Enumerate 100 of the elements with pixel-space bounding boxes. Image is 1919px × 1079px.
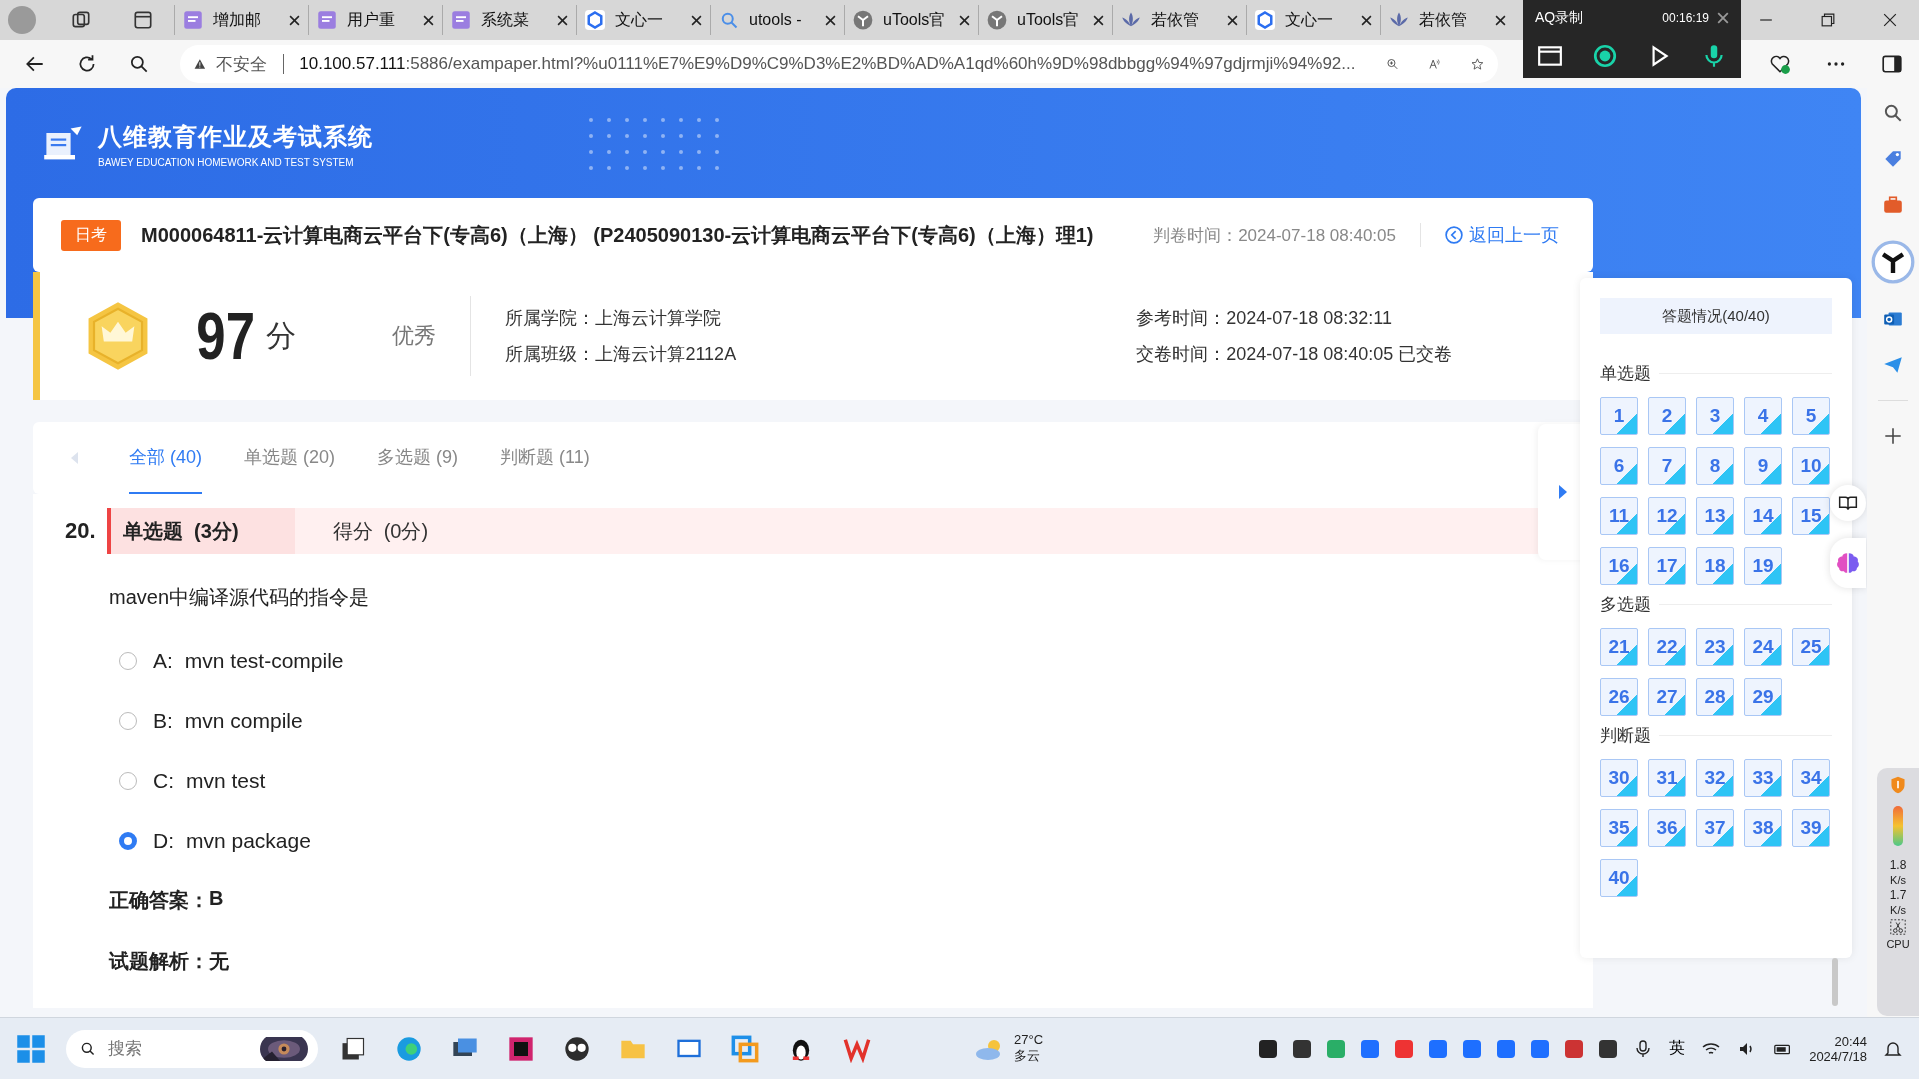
exam-time-info: 参考时间：2024-07-18 08:32:11 [1136, 307, 1393, 330]
filter-tab[interactable]: 多选题 (9) [377, 422, 459, 494]
question-number-button[interactable]: 6 [1600, 447, 1638, 485]
question-number-button[interactable]: 14 [1744, 497, 1782, 535]
taskbar-search-bar[interactable]: 搜索 [66, 1029, 318, 1068]
question-number-button[interactable]: 37 [1696, 809, 1734, 847]
question-number-button[interactable]: 23 [1696, 628, 1734, 666]
question-number-button[interactable]: 3 [1696, 397, 1734, 435]
browser-tab[interactable]: 文心一 [576, 5, 710, 35]
download-unit: K/s [1890, 904, 1906, 916]
cpu-label: CPU [1886, 938, 1910, 950]
browser-tab[interactable]: 若依管 [1380, 5, 1514, 35]
analysis-text: 无 [209, 949, 229, 974]
score-unit: 分 [266, 317, 297, 354]
score-value: 97 [196, 298, 256, 374]
browser-tab[interactable]: 文心一 [1246, 5, 1380, 35]
answer-sheet-title: 答题情况(40/40) [1600, 298, 1832, 334]
question-number-button[interactable]: 12 [1648, 497, 1686, 535]
question-number-button[interactable]: 7 [1648, 447, 1686, 485]
search-input[interactable]: 搜索 [106, 1037, 250, 1060]
option-text: mvn test [186, 769, 266, 793]
question-number-button[interactable]: 31 [1648, 759, 1686, 797]
question-number-button[interactable]: 19 [1744, 547, 1782, 585]
clock-date: 2024/7/18 [1809, 1048, 1867, 1064]
question-number-button[interactable]: 22 [1648, 628, 1686, 666]
question-number-button[interactable]: 34 [1792, 759, 1830, 797]
question-number-button[interactable]: 8 [1696, 447, 1734, 485]
filter-tab[interactable]: 单选题 (20) [244, 422, 336, 494]
question-number-button[interactable]: 11 [1600, 497, 1638, 535]
question-number-button[interactable]: 38 [1744, 809, 1782, 847]
browser-tab[interactable]: uTools官 [844, 5, 978, 35]
question-number-button[interactable]: 25 [1792, 628, 1830, 666]
recorder-title: AQ录制 [1535, 9, 1585, 27]
question-number: 20. [65, 518, 96, 544]
question-number-button[interactable]: 26 [1600, 678, 1638, 716]
question-number-button[interactable]: 15 [1792, 497, 1830, 535]
url-text: 10.100.57.111:5886/exampaper.html?%u0111%E7%E9%D9%C9%D3%E2%BD%AD%A1qd%60h%9D%98dbbgg%94%97gdjrmji%94%92... [299, 54, 1356, 74]
question-number-button[interactable]: 1 [1600, 397, 1638, 435]
question-score: 得分 (0分) [332, 518, 429, 544]
question-number-button[interactable]: 13 [1696, 497, 1734, 535]
question-number-button[interactable]: 39 [1792, 809, 1830, 847]
submit-time-info: 交卷时间：2024-07-18 08:40:05 已交卷 [1136, 343, 1453, 366]
question-number-button[interactable]: 21 [1600, 628, 1638, 666]
input-method-indicator[interactable]: 英 [1669, 1038, 1686, 1059]
option-text: mvn package [186, 829, 311, 853]
exam-type-badge: 日考 [61, 219, 121, 251]
option-text: mvn compile [184, 709, 303, 733]
option-text: mvn test-compile [184, 649, 344, 673]
option-letter: A: [153, 649, 173, 673]
correct-answer: B [209, 887, 224, 911]
question-number-button[interactable]: 17 [1648, 547, 1686, 585]
browser-tab[interactable]: 增加邮 [174, 5, 308, 35]
back-link[interactable]: 返回上一页 [1445, 223, 1559, 247]
security-warning[interactable]: 不安全 [215, 52, 267, 76]
question-type: 单选题 (3分) [107, 508, 295, 554]
question-number-button[interactable]: 24 [1744, 628, 1782, 666]
question-number-button[interactable]: 28 [1696, 678, 1734, 716]
question-number-button[interactable]: 30 [1600, 759, 1638, 797]
question-number-button[interactable]: 29 [1744, 678, 1782, 716]
download-speed: 1.7 [1889, 888, 1907, 902]
college-info: 所属学院：上海云计算学院 [505, 307, 723, 330]
browser-tab[interactable]: 用户重 [308, 5, 442, 35]
browser-tab[interactable]: utools - [710, 5, 844, 35]
option-letter: D: [153, 829, 174, 853]
class-info: 所属班级：上海云计算2112A [505, 343, 737, 366]
weather-condition: 多云 [1014, 1047, 1041, 1065]
clock-time: 20:44 [1834, 1033, 1867, 1049]
question-number-button[interactable]: 18 [1696, 547, 1734, 585]
question-number-button[interactable]: 35 [1600, 809, 1638, 847]
question-number-button[interactable]: 40 [1600, 859, 1638, 897]
filter-tab[interactable]: 判断题 (11) [500, 422, 590, 494]
exam-title: M000064811-云计算电商云平台下(专高6)（上海） (P2405090130-云计算电商云平台下(专高6)（上海）理1) [141, 222, 1094, 248]
question-number-button[interactable]: 2 [1648, 397, 1686, 435]
grade-label: 优秀 [392, 322, 437, 350]
question-number-button[interactable]: 32 [1696, 759, 1734, 797]
question-number-button[interactable]: 16 [1600, 547, 1638, 585]
question-number-button[interactable]: 33 [1744, 759, 1782, 797]
question-number-button[interactable]: 36 [1648, 809, 1686, 847]
question-number-button[interactable]: 9 [1744, 447, 1782, 485]
answer-label: 正确答案： [109, 888, 209, 913]
analysis-label: 试题解析： [109, 949, 209, 974]
browser-tab[interactable]: 系统菜 [442, 5, 576, 35]
section-title: 单选题 [1600, 363, 1651, 385]
option-letter: C: [153, 769, 174, 793]
site-subtitle: BAWEY EDUCATION HOMEWORK AND TEST SYSTEM [98, 156, 355, 168]
question-number-button[interactable]: 4 [1744, 397, 1782, 435]
section-title: 判断题 [1600, 725, 1651, 747]
address-field[interactable]: 不安全 10.100.57.111:5886/exampaper.html?%u0111%E7%E9%D9%C9%D3%E2%BD%AD%A1qd%60h%9D%98dbbgg%94%97gdjrmji%94%92... [180, 45, 1498, 83]
browser-tab[interactable]: uTools官 [978, 5, 1112, 35]
upload-speed: 1.8 [1889, 858, 1907, 872]
question-number-button[interactable]: 27 [1648, 678, 1686, 716]
question-number-button[interactable]: 10 [1792, 447, 1830, 485]
browser-tab[interactable]: 若依管 [1112, 5, 1246, 35]
section-title: 多选题 [1600, 594, 1651, 616]
grading-time: 判卷时间：2024-07-18 08:40:05 [1153, 224, 1396, 247]
site-title: 八维教育作业及考试系统 [98, 121, 373, 152]
recording-timer: 00:16:19 [1662, 11, 1709, 25]
temperature: 27°C [1014, 1032, 1044, 1047]
question-text: maven中编译源代码的指令是 [109, 585, 371, 610]
question-number-button[interactable]: 5 [1792, 397, 1830, 435]
